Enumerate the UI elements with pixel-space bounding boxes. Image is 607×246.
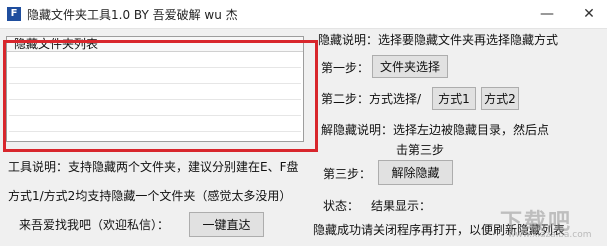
hidden-folder-list[interactable]: 隐藏文件夹列表 (6, 36, 304, 142)
list-row-divider (9, 131, 301, 132)
watermark-url: www.xiazaiba.com (508, 230, 592, 240)
direct-link-button[interactable]: 一键直达 (189, 212, 264, 237)
unhide-button[interactable]: 解除隐藏 (378, 160, 453, 185)
list-header-label: 隐藏文件夹列表 (14, 37, 99, 51)
unhide-description-line2: 击第三步 (396, 143, 445, 157)
contact-label: 来吾爱找我吧（欢迎私信）： (19, 218, 170, 232)
step3-label: 第三步： (323, 167, 372, 181)
list-row-divider (9, 83, 301, 84)
app-window: F 隐藏文件夹工具1.0 BY 吾爱破解 wu 杰 — ✕ 隐藏文件夹列表 隐藏… (0, 0, 607, 246)
list-header: 隐藏文件夹列表 (7, 37, 303, 52)
list-row-divider (9, 99, 301, 100)
site-watermark-logo: 下载吧 www.xiazaiba.com (474, 200, 607, 246)
list-row-divider (9, 115, 301, 116)
select-folder-button[interactable]: 文件夹选择 (372, 55, 448, 78)
method1-button[interactable]: 方式1 (432, 87, 476, 110)
result-label: 结果显示： (371, 199, 432, 213)
hide-description: 隐藏说明：选择要隐藏文件夹再选择隐藏方式 (318, 33, 559, 47)
window-title: 隐藏文件夹工具1.0 BY 吾爱破解 wu 杰 (27, 8, 238, 22)
step2-label: 第二步：方式选择/ (321, 92, 422, 106)
minimize-button[interactable]: — (533, 0, 561, 28)
close-button[interactable]: ✕ (575, 0, 603, 28)
tool-description-line1: 工具说明：支持隐藏两个文件夹，建议分别建在E、F盘 (8, 160, 299, 174)
list-row-divider (9, 67, 301, 68)
method2-button[interactable]: 方式2 (481, 87, 519, 110)
step1-label: 第一步： (321, 61, 370, 75)
status-label: 状态： (323, 199, 360, 213)
title-bar: F 隐藏文件夹工具1.0 BY 吾爱破解 wu 杰 — ✕ (0, 0, 607, 29)
app-icon: F (7, 7, 21, 21)
tool-description-line2: 方式1/方式2均支持隐藏一个文件夹（感觉太多没用） (8, 189, 292, 203)
unhide-description-line1: 解隐藏说明：选择左边被隐藏目录，然后点 (321, 123, 550, 137)
